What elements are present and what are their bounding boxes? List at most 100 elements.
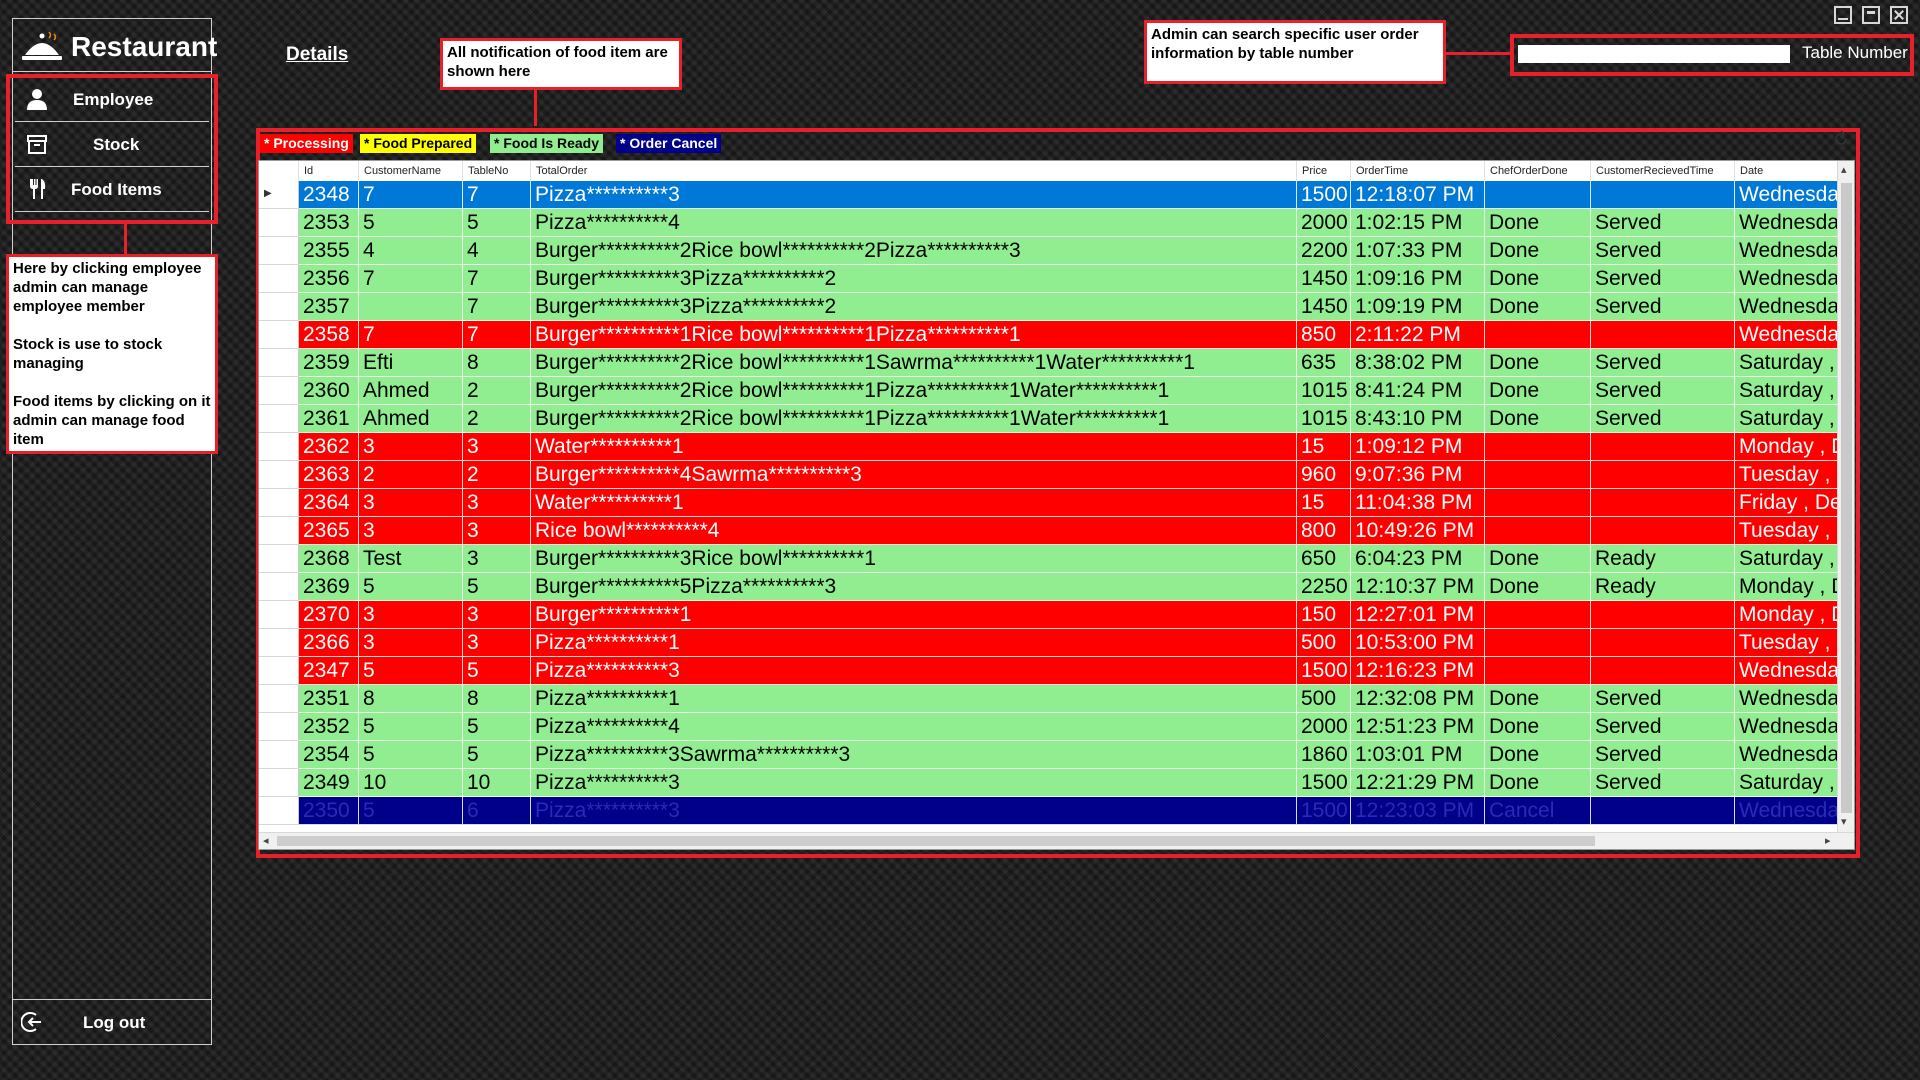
table-cell: 3 [463,517,531,545]
table-row[interactable]: 2358 7 7 Burger**********1Rice bowl********… [259,321,1854,349]
column-header[interactable]: CustomerRecievedTime [1591,161,1735,181]
table-cell: Served [1591,293,1735,321]
table-row[interactable]: 2368 Test 3 Burger**********3Rice bowl*****… [259,545,1854,573]
table-cell: Test [359,545,463,573]
table-row[interactable]: 2370 3 3 Burger**********1 150 12:27:01 PM Mon… [259,601,1854,629]
table-row[interactable]: 2356 7 7 Burger**********3Pizza**********2 1… [259,265,1854,293]
column-header[interactable]: ChefOrderDone [1485,161,1591,181]
details-link[interactable]: Details [286,44,348,66]
row-header[interactable] [259,797,299,825]
table-cell: 8 [463,349,531,377]
table-row[interactable]: 2349 10 10 Pizza**********3 1500 12:21:29 PM D… [259,769,1854,797]
scroll-down-icon[interactable]: ▾ [1841,815,1847,828]
close-button[interactable] [1890,6,1908,24]
row-header[interactable] [259,377,299,405]
row-header[interactable] [259,461,299,489]
row-header[interactable] [259,713,299,741]
table-cell: Pizza**********4 [531,713,1297,741]
table-row[interactable]: 2360 Ahmed 2 Burger**********2Rice bowl****… [259,377,1854,405]
row-header[interactable] [259,517,299,545]
table-row[interactable]: 2350 5 6 Pizza**********3 1500 12:23:03 PM Can… [259,797,1854,825]
table-cell: 8:43:10 PM [1351,405,1485,433]
table-cell: 2 [463,405,531,433]
table-row[interactable]: 2354 5 5 Pizza**********3Sawrma**********3 1… [259,741,1854,769]
row-header[interactable] [259,769,299,797]
row-header[interactable]: ▶ [259,181,299,209]
horizontal-scrollbar[interactable]: ◂ ▸ [259,832,1854,849]
column-header[interactable]: Price [1297,161,1351,181]
row-header[interactable] [259,657,299,685]
maximize-button[interactable] [1862,6,1880,24]
column-header[interactable]: OrderTime [1351,161,1485,181]
row-header[interactable] [259,573,299,601]
table-cell: 2349 [299,769,359,797]
row-header[interactable] [259,629,299,657]
table-row[interactable]: ▶ 2348 7 7 Pizza**********3 1500 12:18:07 PM We… [259,181,1854,209]
table-cell [1485,629,1591,657]
table-row[interactable]: 2365 3 3 Rice bowl**********4 800 10:49:26 PM… [259,517,1854,545]
row-header[interactable] [259,741,299,769]
table-number-search-input[interactable] [1518,45,1790,63]
column-header[interactable]: TableNo [463,161,531,181]
table-row[interactable]: 2363 2 2 Burger**********4Sawrma**********3… [259,461,1854,489]
table-cell: 2348 [299,181,359,209]
table-cell: Served [1591,769,1735,797]
scroll-left-icon[interactable]: ◂ [263,834,269,847]
table-cell: 8 [359,685,463,713]
table-cell: 2364 [299,489,359,517]
legend-item: * Food Prepared [360,134,477,153]
table-cell: 5 [359,797,463,825]
table-cell: 2359 [299,349,359,377]
table-row[interactable]: 2364 3 3 Water**********1 15 11:04:38 PM Frida… [259,489,1854,517]
table-cell: Done [1485,349,1591,377]
row-header[interactable] [259,601,299,629]
row-header[interactable] [259,685,299,713]
table-cell: Done [1485,265,1591,293]
brand: Restaurant [13,19,217,72]
table-cell: 2350 [299,797,359,825]
refresh-icon[interactable] [1832,130,1850,148]
row-header[interactable] [259,293,299,321]
table-cell: 2:11:22 PM [1351,321,1485,349]
table-cell: Done [1485,573,1591,601]
table-row[interactable]: 2347 5 5 Pizza**********3 1500 12:16:23 PM Wed… [259,657,1854,685]
table-row[interactable]: 2362 3 3 Water**********1 15 1:09:12 PM Monday… [259,433,1854,461]
table-row[interactable]: 2366 3 3 Pizza**********1 500 10:53:00 PM Tues… [259,629,1854,657]
table-cell: 1500 [1297,657,1351,685]
table-row[interactable]: 2352 5 5 Pizza**********4 2000 12:51:23 PM Don… [259,713,1854,741]
table-cell: 10 [359,769,463,797]
table-row[interactable]: 2353 5 5 Pizza**********4 2000 1:02:15 PM Done… [259,209,1854,237]
orders-grid[interactable]: Id CustomerName TableNo TotalOrder Price Orde… [258,160,1855,850]
column-header[interactable]: TotalOrder [531,161,1297,181]
table-row[interactable]: 2357 7 Burger**********3Pizza**********2 14… [259,293,1854,321]
vertical-scrollbar[interactable]: ▴ ▾ [1837,161,1854,833]
logout-button[interactable]: Log out [13,999,211,1044]
row-header[interactable] [259,433,299,461]
row-header[interactable] [259,349,299,377]
table-row[interactable]: 2359 Efti 8 Burger**********2Rice bowl*****… [259,349,1854,377]
scroll-right-icon[interactable]: ▸ [1825,834,1831,847]
table-row[interactable]: 2361 Ahmed 2 Burger**********2Rice bowl****… [259,405,1854,433]
row-header[interactable] [259,545,299,573]
row-header[interactable] [259,237,299,265]
table-row[interactable]: 2369 5 5 Burger**********5Pizza**********3 2… [259,573,1854,601]
horizontal-scroll-thumb[interactable] [277,836,1595,846]
table-cell: 5 [463,209,531,237]
table-cell: 3 [463,489,531,517]
vertical-scroll-thumb[interactable] [1841,183,1852,813]
sidebar-highlight-box [6,74,218,224]
table-row[interactable]: 2355 4 4 Burger**********2Rice bowl********… [259,237,1854,265]
scroll-up-icon[interactable]: ▴ [1841,163,1847,176]
column-header[interactable]: CustomerName [359,161,463,181]
minimize-button[interactable] [1834,6,1852,24]
row-header[interactable] [259,489,299,517]
table-row[interactable]: 2351 8 8 Pizza**********1 500 12:32:08 PM Done… [259,685,1854,713]
row-header[interactable] [259,321,299,349]
cloche-icon [22,31,62,60]
row-header[interactable] [259,209,299,237]
table-cell: 3 [359,601,463,629]
row-header[interactable] [259,265,299,293]
column-header[interactable]: Id [299,161,359,181]
table-cell: Pizza**********3 [531,769,1297,797]
row-header[interactable] [259,405,299,433]
